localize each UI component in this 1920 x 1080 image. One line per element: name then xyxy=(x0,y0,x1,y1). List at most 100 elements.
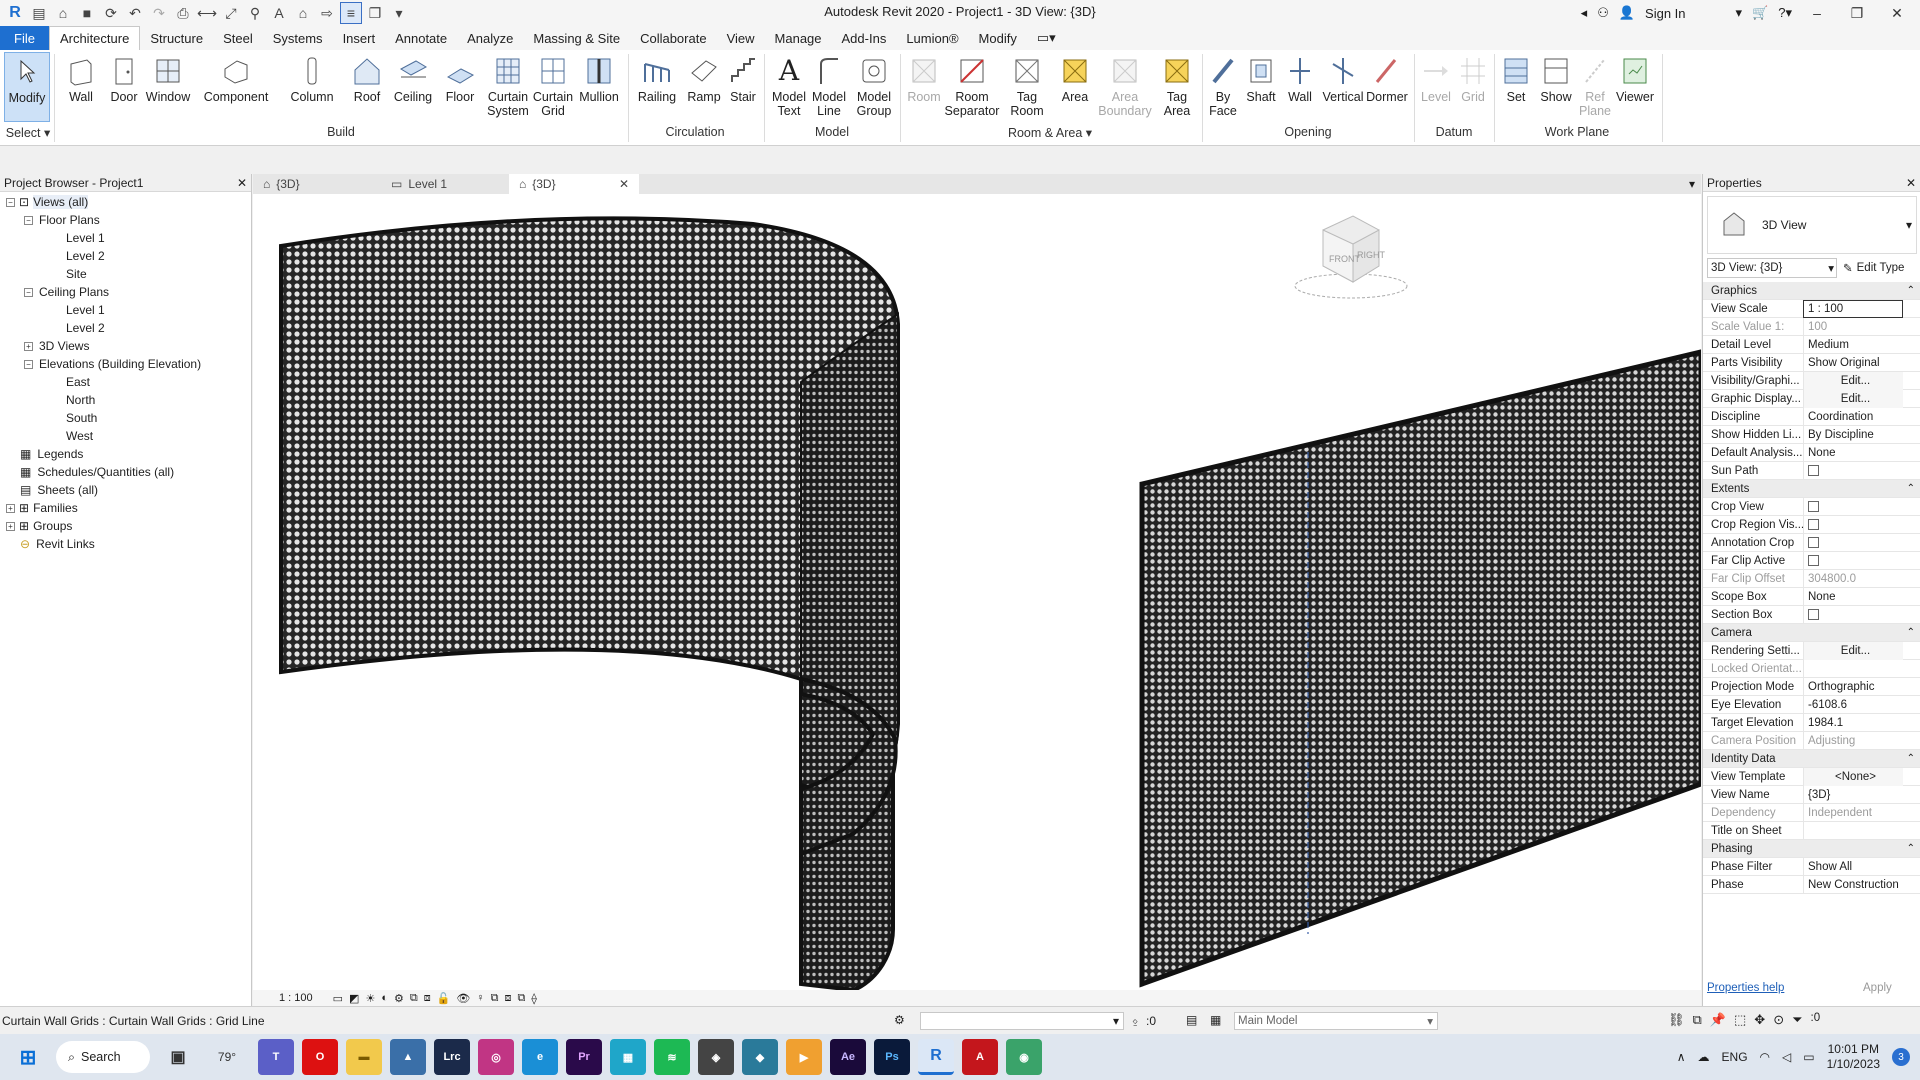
text-icon[interactable]: A xyxy=(268,2,290,24)
property-checkbox-cell[interactable] xyxy=(1803,533,1903,552)
property-row[interactable]: Detail Level Medium xyxy=(1703,335,1920,354)
show-work-plane-button[interactable]: Show xyxy=(1536,52,1576,122)
tab-annotate[interactable]: Annotate xyxy=(385,26,457,50)
property-value[interactable]: Medium xyxy=(1803,335,1903,354)
instance-selector[interactable]: 3D View: {3D} ▾ xyxy=(1707,258,1837,278)
undo-icon[interactable]: ↶ xyxy=(124,2,146,24)
tab-add-ins[interactable]: Add-Ins xyxy=(832,26,897,50)
weather-widget[interactable]: 79° xyxy=(204,1039,250,1075)
property-section[interactable]: Extents ⌃ xyxy=(1703,480,1920,498)
model-line-button[interactable]: Model Line xyxy=(810,52,848,122)
design-options-icon[interactable]: ▤ xyxy=(1186,1013,1197,1027)
shaft-button[interactable]: Shaft xyxy=(1240,52,1282,122)
cart-icon[interactable]: 🛒 xyxy=(1752,5,1768,21)
property-row[interactable]: View Name {3D} xyxy=(1703,785,1920,804)
clock[interactable]: 10:01 PM 1/10/2023 xyxy=(1827,1042,1880,1072)
collapse-section-icon[interactable]: ⌃ xyxy=(1907,627,1920,638)
model-group-button[interactable]: Model Group xyxy=(852,52,896,122)
property-row[interactable]: Parts Visibility Show Original xyxy=(1703,353,1920,372)
select-underlay-icon[interactable]: ⧉ xyxy=(1693,1012,1702,1028)
collapse-section-icon[interactable]: ⌃ xyxy=(1907,843,1920,854)
drag-elements-icon[interactable]: ✥ xyxy=(1754,1012,1765,1028)
lock-view-icon[interactable]: 🔓 xyxy=(437,992,451,1005)
sign-in-button[interactable]: Sign In xyxy=(1645,6,1685,21)
tag-area-button[interactable]: Tag Area xyxy=(1158,52,1196,122)
tree-floor-level-2[interactable]: Level 2 xyxy=(66,247,105,265)
property-value[interactable]: {3D} xyxy=(1803,785,1903,804)
viewcube-right-label[interactable]: RIGHT xyxy=(1357,250,1386,260)
property-row[interactable]: Graphic Display... Edit... xyxy=(1703,389,1920,408)
edit-type-button[interactable]: ✎ Edit Type xyxy=(1843,258,1904,278)
property-value[interactable]: Edit... xyxy=(1803,389,1903,408)
tree-views-all[interactable]: − ⊡ Views (all) xyxy=(6,193,89,211)
apply-button[interactable]: Apply xyxy=(1853,980,1902,996)
volume-icon[interactable]: ◁ xyxy=(1782,1050,1791,1064)
section-icon[interactable]: ⇨ xyxy=(316,2,338,24)
hide-analytical-icon[interactable]: ⧈ xyxy=(505,992,512,1005)
property-value[interactable] xyxy=(1803,821,1903,840)
property-value[interactable]: Coordination xyxy=(1803,407,1903,426)
tray-chevron-icon[interactable]: ∧ xyxy=(1677,1050,1686,1064)
property-checkbox-cell[interactable] xyxy=(1803,497,1903,516)
tree-elevations[interactable]: − Elevations (Building Elevation) xyxy=(24,355,201,373)
area-boundary-button[interactable]: Area Boundary xyxy=(1096,52,1154,122)
property-value[interactable]: Edit... xyxy=(1803,641,1903,660)
tab-manage[interactable]: Manage xyxy=(765,26,832,50)
property-value[interactable]: None xyxy=(1803,443,1903,462)
edge-icon[interactable]: e xyxy=(522,1039,558,1075)
measure-icon[interactable]: ⟷ xyxy=(196,2,218,24)
property-value[interactable]: 1984.1 xyxy=(1803,713,1903,732)
room-button[interactable]: Room xyxy=(904,52,944,122)
tree-sheets[interactable]: ▤ Sheets (all) xyxy=(20,481,98,499)
tree-floor-plans[interactable]: − Floor Plans xyxy=(24,211,100,229)
language-indicator[interactable]: ENG xyxy=(1722,1050,1748,1064)
property-value[interactable]: By Discipline xyxy=(1803,425,1903,444)
revit-taskbar-icon[interactable]: R xyxy=(918,1039,954,1075)
crop-region-icon[interactable]: ⧈ xyxy=(424,992,431,1005)
restore-button[interactable]: ❐ xyxy=(1842,5,1872,22)
tree-schedules[interactable]: ▦ Schedules/Quantities (all) xyxy=(20,463,174,481)
save-icon[interactable]: ■ xyxy=(76,2,98,24)
tree-revit-links[interactable]: ⊖ Revit Links xyxy=(20,535,95,553)
room-separator-button[interactable]: Room Separator xyxy=(945,52,999,122)
tool-icon[interactable]: ◆ xyxy=(742,1039,778,1075)
roof-button[interactable]: Roof xyxy=(348,52,386,122)
open-folder-icon[interactable]: ⌂ xyxy=(52,2,74,24)
chevron-down-icon[interactable]: ▾ xyxy=(1828,261,1836,275)
design-option-dropdown[interactable]: Main Model ▾ xyxy=(1234,1012,1438,1030)
property-checkbox-cell[interactable] xyxy=(1803,515,1903,534)
modify-button[interactable]: Modify xyxy=(4,52,50,122)
property-value[interactable]: Adjusting xyxy=(1803,731,1903,750)
spotify-icon[interactable]: ≋ xyxy=(654,1039,690,1075)
property-value[interactable]: None xyxy=(1803,587,1903,606)
property-section[interactable]: Phasing ⌃ xyxy=(1703,840,1920,858)
photoshop-icon[interactable]: Ps xyxy=(874,1039,910,1075)
property-row[interactable]: Target Elevation 1984.1 xyxy=(1703,713,1920,732)
property-row[interactable]: Crop Region Vis... xyxy=(1703,515,1920,534)
property-value[interactable]: Edit... xyxy=(1803,371,1903,390)
close-window-button[interactable]: ✕ xyxy=(1882,5,1912,22)
property-row[interactable]: Projection Mode Orthographic xyxy=(1703,677,1920,696)
area-button[interactable]: Area xyxy=(1056,52,1094,122)
property-row[interactable]: Scale Value 1: 100 xyxy=(1703,317,1920,336)
property-checkbox[interactable] xyxy=(1808,501,1819,512)
property-row[interactable]: Annotation Crop xyxy=(1703,533,1920,552)
tree-north[interactable]: North xyxy=(66,391,95,409)
ramp-button[interactable]: Ramp xyxy=(684,52,724,122)
property-section[interactable]: Graphics ⌃ xyxy=(1703,282,1920,300)
notification-badge[interactable]: 3 xyxy=(1892,1048,1910,1066)
property-checkbox-cell[interactable] xyxy=(1803,605,1903,624)
wall-button[interactable]: Wall xyxy=(58,52,104,122)
tab-massing-site[interactable]: Massing & Site xyxy=(523,26,630,50)
opening-by-face-button[interactable]: By Face xyxy=(1208,52,1238,122)
tree-ceiling-level-2[interactable]: Level 2 xyxy=(66,319,105,337)
property-value[interactable]: 1 : 100 xyxy=(1803,299,1903,318)
tag-room-button[interactable]: Tag Room xyxy=(1006,52,1048,122)
close-tab-icon[interactable]: ✕ xyxy=(619,177,629,191)
property-section[interactable]: Camera ⌃ xyxy=(1703,624,1920,642)
viewcube[interactable]: FRONT RIGHT xyxy=(1294,215,1408,299)
windows-start-icon[interactable]: ⊞ xyxy=(10,1039,46,1075)
tree-groups[interactable]: + ⊞ Groups xyxy=(6,517,72,535)
close-icon[interactable]: ✕ xyxy=(1906,176,1916,190)
help-icon[interactable]: ?▾ xyxy=(1778,5,1792,21)
